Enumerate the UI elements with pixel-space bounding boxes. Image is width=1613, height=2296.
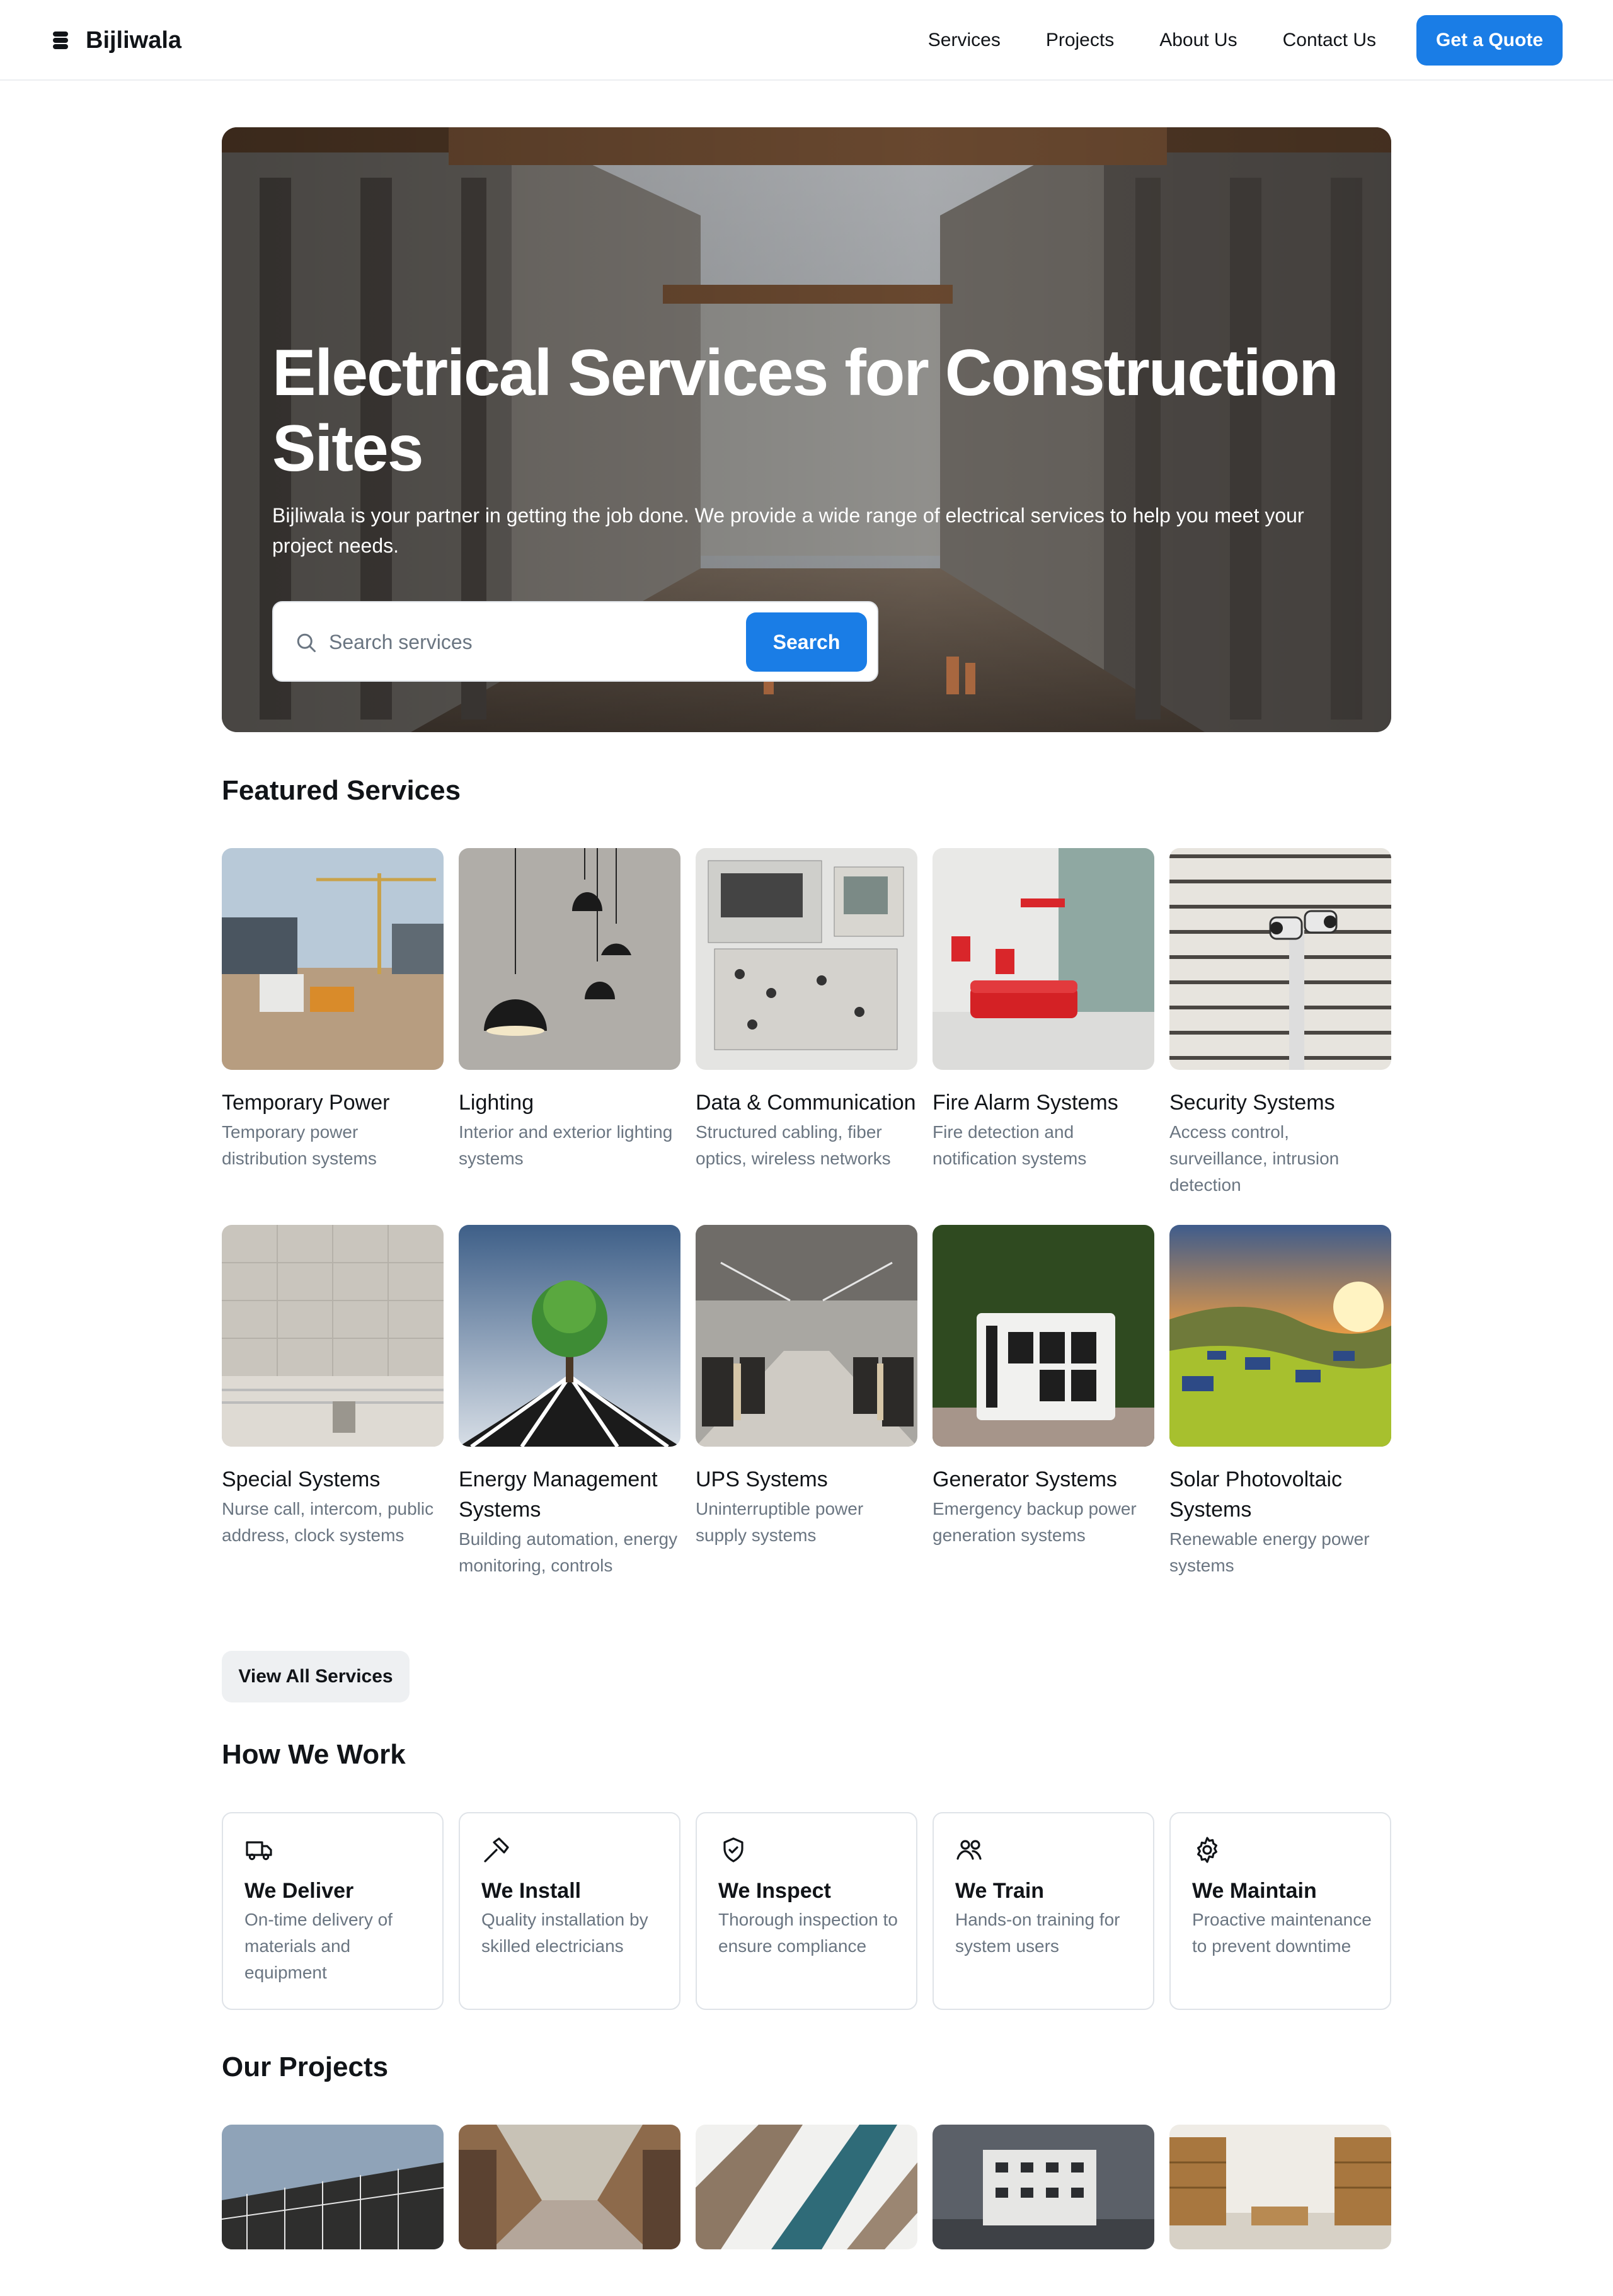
service-description: Building automation, energy monitoring, … — [459, 1529, 678, 1575]
truck-icon — [246, 1841, 272, 1861]
site-header: Bijliwala Services Projects About Us Con… — [0, 0, 1613, 81]
service-card-generator[interactable]: Generator Systems Emergency backup power… — [933, 1225, 1154, 1549]
work-card-install: We Install Quality installation by skill… — [459, 1812, 680, 2010]
service-title: Temporary Power — [222, 1091, 390, 1115]
work-description: On-time delivery of materials and equipm… — [244, 1910, 393, 1982]
security-image — [1169, 848, 1391, 1070]
search-button[interactable]: Search — [746, 612, 867, 672]
lighting-image — [459, 848, 680, 1070]
service-card-temporary-power[interactable]: Temporary Power Temporary power distribu… — [222, 848, 444, 1172]
hammer-icon — [484, 1837, 509, 1863]
service-card-energy-management[interactable]: Energy Management Systems Building autom… — [459, 1225, 680, 1579]
service-card-security[interactable]: Security Systems Access control, surveil… — [1169, 848, 1391, 1198]
service-description: Interior and exterior lighting systems — [459, 1122, 673, 1168]
service-description: Fire detection and notification systems — [933, 1122, 1087, 1168]
work-title: We Deliver — [244, 1879, 354, 1903]
brand-name: Bijliwala — [86, 26, 182, 54]
service-title: Fire Alarm Systems — [933, 1091, 1118, 1115]
project-image-2[interactable] — [459, 2125, 680, 2249]
view-all-services-button[interactable]: View All Services — [222, 1651, 410, 1702]
ups-image — [696, 1225, 917, 1447]
service-title: Special Systems — [222, 1467, 381, 1491]
service-card-fire-alarm[interactable]: Fire Alarm Systems Fire detection and no… — [933, 848, 1154, 1172]
project-image-5[interactable] — [1169, 2125, 1391, 2249]
service-card-solar[interactable]: Solar Photovoltaic Systems Renewable ene… — [1169, 1225, 1391, 1579]
energy-management-image — [459, 1225, 680, 1447]
service-description: Emergency backup power generation system… — [933, 1499, 1137, 1545]
project-image-3[interactable] — [696, 2125, 917, 2249]
data-communication-image — [696, 848, 917, 1070]
search-input[interactable] — [329, 621, 694, 663]
work-card-deliver: We Deliver On-time delivery of materials… — [222, 1812, 444, 2010]
service-title: Security Systems — [1169, 1091, 1335, 1115]
project-image-4[interactable] — [933, 2125, 1154, 2249]
solar-image — [1169, 1225, 1391, 1447]
users-icon — [956, 1840, 982, 1860]
work-title: We Install — [481, 1879, 582, 1903]
our-projects-title: Our Projects — [222, 2052, 389, 2082]
service-description: Uninterruptible power supply systems — [696, 1499, 864, 1545]
work-card-maintain: We Maintain Proactive maintenance to pre… — [1169, 1812, 1391, 2010]
service-description: Temporary power distribution systems — [222, 1122, 377, 1168]
service-description: Access control, surveillance, intrusion … — [1169, 1122, 1340, 1195]
work-title: We Inspect — [718, 1879, 831, 1903]
service-title: Solar Photovoltaic Systems — [1169, 1467, 1343, 1522]
work-card-train: We Train Hands-on training for system us… — [933, 1812, 1154, 2010]
shield-check-icon — [723, 1837, 743, 1863]
service-card-lighting[interactable]: Lighting Interior and exterior lighting … — [459, 848, 680, 1172]
temporary-power-image — [222, 848, 444, 1070]
get-quote-button[interactable]: Get a Quote — [1416, 15, 1563, 66]
work-description: Hands-on training for system users — [955, 1910, 1120, 1956]
service-card-data-communication[interactable]: Data & Communication Structured cabling,… — [696, 848, 917, 1172]
service-description: Renewable energy power systems — [1169, 1529, 1370, 1575]
work-card-inspect: We Inspect Thorough inspection to ensure… — [696, 1812, 917, 2010]
service-card-ups[interactable]: UPS Systems Uninterruptible power supply… — [696, 1225, 917, 1549]
search-bar: Search — [272, 601, 878, 682]
service-title: Data & Communication — [696, 1091, 916, 1115]
fire-alarm-image — [933, 848, 1154, 1070]
service-title: Energy Management Systems — [459, 1467, 658, 1522]
work-title: We Train — [955, 1879, 1045, 1903]
work-description: Thorough inspection to ensure compliance — [718, 1910, 898, 1956]
project-image-1[interactable] — [222, 2125, 444, 2249]
generator-image — [933, 1225, 1154, 1447]
work-title: We Maintain — [1192, 1879, 1317, 1903]
service-title: Generator Systems — [933, 1467, 1117, 1491]
hero-title: Electrical Services for Construction Sit… — [272, 336, 1339, 485]
featured-services-title: Featured Services — [222, 775, 461, 806]
work-description: Quality installation by skilled electric… — [481, 1910, 648, 1956]
how-we-work-title: How We Work — [222, 1739, 406, 1770]
gear-icon — [1197, 1837, 1217, 1863]
service-description: Nurse call, intercom, public address, cl… — [222, 1499, 434, 1545]
work-description: Proactive maintenance to prevent downtim… — [1192, 1910, 1372, 1956]
service-title: Lighting — [459, 1091, 534, 1115]
service-title: UPS Systems — [696, 1467, 828, 1491]
special-systems-image — [222, 1225, 444, 1447]
nav-about-us[interactable]: About Us — [1159, 30, 1237, 51]
service-description: Structured cabling, fiber optics, wirele… — [696, 1122, 891, 1168]
hero-subtitle: Bijliwala is your partner in getting the… — [272, 504, 1304, 557]
service-card-special-systems[interactable]: Special Systems Nurse call, intercom, pu… — [222, 1225, 444, 1549]
nav-services[interactable]: Services — [928, 30, 1001, 51]
search-icon — [297, 633, 316, 652]
nav-contact-us[interactable]: Contact Us — [1283, 30, 1376, 51]
nav-projects[interactable]: Projects — [1046, 30, 1114, 51]
brand[interactable]: Bijliwala — [50, 25, 181, 55]
logo-icon — [50, 30, 71, 50]
main-nav: Services Projects About Us Contact Us Ge… — [928, 14, 1563, 66]
hero-banner: Electrical Services for Construction Sit… — [222, 127, 1391, 732]
